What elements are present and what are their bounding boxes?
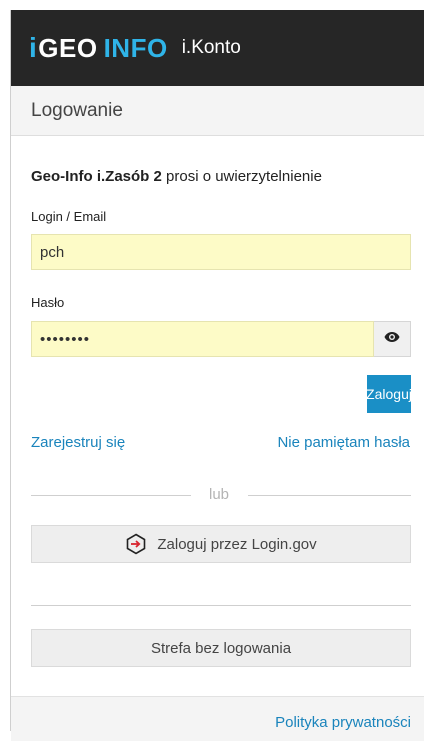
register-link[interactable]: Zarejestruj się bbox=[31, 434, 125, 451]
eye-icon bbox=[384, 330, 400, 348]
footer: Polityka prywatności bbox=[11, 696, 424, 741]
logo-mark: i bbox=[29, 32, 38, 63]
divider-full bbox=[31, 605, 411, 606]
divider-left bbox=[31, 495, 191, 496]
password-field[interactable]: •••••••• bbox=[31, 321, 374, 357]
password-field-value: •••••••• bbox=[40, 330, 91, 348]
geo-info-logo: i GEO INFO bbox=[29, 32, 168, 64]
or-separator: lub bbox=[209, 486, 230, 503]
login-gov-button[interactable]: Zaloguj przez Login.gov bbox=[31, 525, 411, 563]
auth-app-name: Geo-Info i.Zasób 2 bbox=[31, 168, 162, 185]
login-field[interactable]: pch bbox=[31, 234, 411, 270]
top-bar: i GEO INFO i.Konto bbox=[11, 10, 424, 86]
login-label: Login / Email bbox=[31, 209, 107, 224]
divider-right bbox=[248, 495, 411, 496]
product-name: i.Konto bbox=[181, 37, 241, 58]
no-login-zone-button[interactable]: Strefa bez logowania bbox=[31, 629, 411, 667]
privacy-policy-link[interactable]: Polityka prywatności bbox=[275, 714, 411, 731]
login-field-value: pch bbox=[40, 243, 65, 261]
show-password-button[interactable] bbox=[374, 321, 411, 357]
login-button[interactable]: Zaloguj bbox=[366, 375, 412, 413]
login-gov-icon bbox=[125, 533, 147, 555]
logo-info: INFO bbox=[103, 32, 168, 63]
forgot-password-link[interactable]: Nie pamiętam hasła bbox=[277, 434, 410, 451]
no-login-zone-label: Strefa bez logowania bbox=[150, 639, 292, 657]
login-window: i GEO INFO i.Konto Logowanie Geo-Info i.… bbox=[10, 10, 424, 741]
section-title: Logowanie bbox=[11, 86, 424, 136]
auth-request-text: Geo-Info i.Zasób 2 prosi o uwierzytelnie… bbox=[31, 168, 322, 185]
password-label: Hasło bbox=[31, 295, 65, 310]
logo-geo: GEO bbox=[38, 32, 98, 63]
login-gov-label: Zaloguj przez Login.gov bbox=[157, 535, 317, 553]
auth-request-suffix: prosi o uwierzytelnienie bbox=[161, 168, 322, 185]
